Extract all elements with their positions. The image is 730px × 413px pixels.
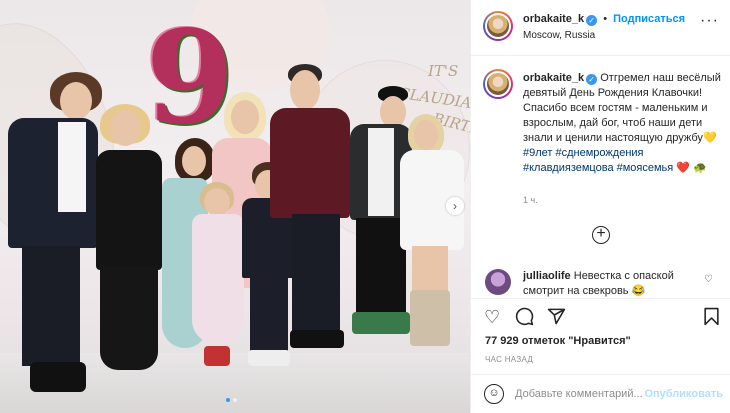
comment-emoji: 😂 [631,285,646,297]
author-avatar[interactable] [483,11,513,41]
action-bar: ♡ 77 929 отметок "Нравится" ЧАС НАЗАД [471,298,730,368]
heart-outline-icon[interactable]: ♡ [484,307,500,327]
commenter-username[interactable]: julliaolife [523,270,571,282]
publish-button[interactable]: Опубликовать [644,388,723,400]
comment-input[interactable] [515,385,645,403]
author-username[interactable]: orbakaite_k [523,13,584,25]
caption-username[interactable]: orbakaite_k [523,72,584,84]
caption-time[interactable]: 1 ч. [523,195,538,205]
comment-item: julliaolife Невестка с опаской смотрит н… [523,269,698,298]
carousel-dot [226,398,230,402]
post-location[interactable]: Moscow, Russia [523,30,595,41]
follow-button[interactable]: Подписаться [613,13,685,25]
heart-outline-icon[interactable]: ♡ [704,274,713,285]
caption-emoji: ❤️ [676,162,691,174]
smiley-icon[interactable]: ☺ [484,384,504,404]
caption-emoji: 🐢 [693,162,707,174]
commenter-avatar[interactable] [485,269,511,295]
wall-text: IT'S [428,62,459,80]
likes-count[interactable]: 77 929 отметок "Нравится" [485,335,631,347]
paper-plane-icon[interactable] [547,307,566,330]
caption-emoji: 💛 [702,132,717,144]
more-options-icon[interactable]: ··· [700,12,719,30]
post-header: orbakaite_k ✓ • Подписаться Moscow, Russi… [471,0,730,56]
hashtag-link[interactable]: #9лет [523,147,552,159]
verified-check-icon: ✓ [586,15,598,26]
add-comment-bar: ☺ Опубликовать [471,374,730,413]
plus-circle-icon[interactable]: + [592,226,610,244]
hashtag-link[interactable]: #клавдияземцова [523,162,614,174]
chevron-right-icon[interactable]: › [446,197,464,215]
bookmark-icon[interactable] [703,307,720,330]
carousel-indicator [226,398,237,402]
post-caption: orbakaite_k ✓ Отгремел наш весёлый девяты… [523,71,723,176]
post-side-panel: orbakaite_k ✓ • Подписаться Moscow, Russi… [470,0,730,413]
verified-check-icon: ✓ [586,74,598,85]
caption-author-avatar[interactable] [483,69,513,99]
comment-bubble-icon[interactable] [515,307,534,330]
post-photo[interactable]: 9 IT'S CLAUDIA'S BIRTHDA › [0,0,470,413]
carousel-dot [233,398,237,402]
post-time[interactable]: ЧАС НАЗАД [485,355,533,364]
hashtag-link[interactable]: #моясемья [617,162,674,174]
hashtag-link[interactable]: #сднемрождения [556,147,644,159]
comments-section: orbakaite_k ✓ Отгремел наш весёлый девяты… [471,56,730,298]
separator-dot: • [603,13,608,25]
